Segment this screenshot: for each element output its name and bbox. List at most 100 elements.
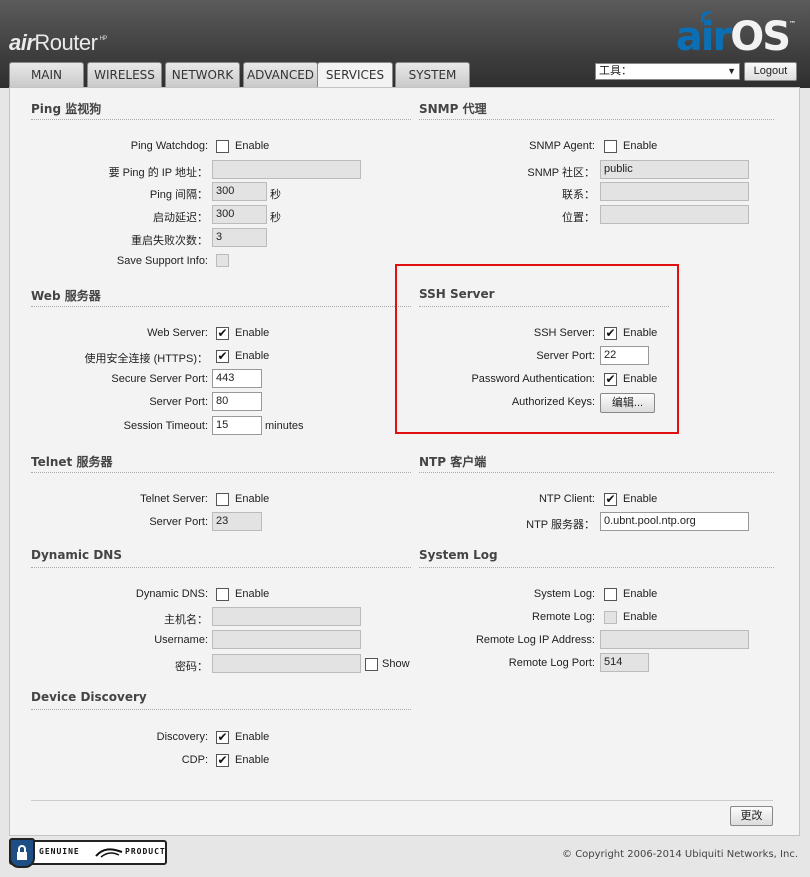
badge-genuine-text: GENUINE bbox=[39, 847, 80, 856]
ntp-server-input[interactable]: 0.ubnt.pool.ntp.org bbox=[600, 512, 749, 531]
discovery-enable-label: Enable bbox=[235, 731, 270, 743]
snmp-location-input[interactable] bbox=[600, 205, 749, 224]
telnet-server-checkbox[interactable] bbox=[216, 493, 229, 506]
session-timeout-label: Session Timeout: bbox=[123, 420, 208, 432]
session-timeout-unit: minutes bbox=[265, 420, 304, 432]
session-timeout-input[interactable]: 15 bbox=[212, 416, 262, 435]
ntp-client-checkbox[interactable]: ✔ bbox=[604, 493, 617, 506]
logo-router-text: Router bbox=[34, 30, 98, 55]
ssh-highlight-box bbox=[395, 264, 679, 434]
web-port-label: Server Port: bbox=[149, 396, 208, 408]
web-server-label: Web Server: bbox=[147, 327, 208, 339]
tab-wireless[interactable]: WIRELESS bbox=[87, 62, 162, 87]
ddns-username-input[interactable] bbox=[212, 630, 361, 649]
remote-log-label: Remote Log: bbox=[532, 611, 595, 623]
snmp-agent-checkbox[interactable] bbox=[604, 140, 617, 153]
reboot-failures-input[interactable]: 3 bbox=[212, 228, 267, 247]
lock-icon bbox=[9, 838, 35, 868]
system-log-enable-label: Enable bbox=[623, 588, 658, 600]
snmp-location-label: 位置： bbox=[562, 212, 595, 224]
telnet-server-label: Telnet Server: bbox=[140, 493, 208, 505]
remote-log-port-input[interactable]: 514 bbox=[600, 653, 649, 672]
ping-interval-unit: 秒 bbox=[270, 189, 281, 201]
remote-log-ip-input[interactable] bbox=[600, 630, 749, 649]
ping-interval-input[interactable]: 300 bbox=[212, 182, 267, 201]
section-title-ddns: Dynamic DNS bbox=[31, 548, 411, 568]
cdp-checkbox[interactable]: ✔ bbox=[216, 754, 229, 767]
tab-advanced[interactable]: ADVANCED bbox=[243, 62, 318, 87]
ddns-checkbox[interactable] bbox=[216, 588, 229, 601]
remote-log-ip-label: Remote Log IP Address: bbox=[475, 634, 595, 646]
airos-logo: airOS™ bbox=[676, 11, 796, 60]
ddns-label: Dynamic DNS: bbox=[135, 588, 208, 600]
header-bar: airRouter HP airOS™ MAIN WIRELESS NETWORK… bbox=[0, 0, 810, 88]
show-password-checkbox[interactable] bbox=[365, 658, 378, 671]
ping-watchdog-enable-label: Enable bbox=[235, 140, 270, 152]
web-port-input[interactable]: 80 bbox=[212, 392, 262, 411]
snmp-agent-enable-label: Enable bbox=[623, 140, 658, 152]
wireless-wave-icon bbox=[700, 11, 712, 23]
discovery-checkbox[interactable]: ✔ bbox=[216, 731, 229, 744]
ddns-username-label: Username: bbox=[154, 634, 208, 646]
logo-air-text: air bbox=[9, 30, 35, 55]
secure-port-input[interactable]: 443 bbox=[212, 369, 262, 388]
https-enable-label: Enable bbox=[235, 350, 270, 362]
ping-watchdog-checkbox[interactable] bbox=[216, 140, 229, 153]
change-button[interactable]: 更改 bbox=[730, 806, 773, 826]
snmp-community-input[interactable]: public bbox=[600, 160, 749, 179]
save-support-info-label: Save Support Info: bbox=[116, 255, 208, 267]
genuine-product-badge: GENUINE PRODUCT bbox=[9, 838, 167, 868]
web-server-enable-label: Enable bbox=[235, 327, 270, 339]
snmp-contact-label: 联系： bbox=[562, 189, 595, 201]
secure-port-label: Secure Server Port: bbox=[111, 373, 208, 385]
footer: GENUINE PRODUCT © Copyright 2006-2014 Ub… bbox=[0, 836, 810, 877]
ddns-password-input[interactable] bbox=[212, 654, 361, 673]
snmp-agent-label: SNMP Agent: bbox=[529, 140, 595, 152]
system-log-checkbox[interactable] bbox=[604, 588, 617, 601]
remote-log-port-label: Remote Log Port: bbox=[508, 657, 595, 669]
section-title-snmp: SNMP 代理 bbox=[419, 100, 774, 120]
actions-divider bbox=[31, 800, 773, 801]
section-title-ntp: NTP 客户端 bbox=[419, 453, 774, 473]
ddns-password-label: 密码： bbox=[175, 661, 208, 673]
system-log-label: System Log: bbox=[533, 588, 595, 600]
tools-select-value: 工具： bbox=[599, 65, 632, 77]
remote-log-enable-label: Enable bbox=[623, 611, 658, 623]
badge-product-text: PRODUCT bbox=[125, 847, 166, 856]
logo-airos-os: OS bbox=[730, 14, 791, 60]
ntp-client-label: NTP Client: bbox=[538, 493, 595, 505]
cdp-enable-label: Enable bbox=[235, 754, 270, 766]
show-password-label: Show bbox=[382, 658, 410, 670]
ping-watchdog-label: Ping Watchdog: bbox=[130, 140, 208, 152]
remote-log-checkbox[interactable] bbox=[604, 611, 617, 624]
tab-system[interactable]: SYSTEM bbox=[395, 62, 470, 87]
ddns-hostname-label: 主机名： bbox=[164, 614, 208, 626]
https-label: 使用安全连接 (HTTPS)： bbox=[84, 353, 208, 365]
logout-button[interactable]: Logout bbox=[744, 62, 797, 81]
telnet-port-input[interactable]: 23 bbox=[212, 512, 262, 531]
snmp-contact-input[interactable] bbox=[600, 182, 749, 201]
tab-services[interactable]: SERVICES bbox=[317, 62, 393, 88]
startup-delay-input[interactable]: 300 bbox=[212, 205, 267, 224]
https-checkbox[interactable]: ✔ bbox=[216, 350, 229, 363]
tools-select[interactable]: 工具： ▼ bbox=[595, 63, 740, 80]
save-support-info-checkbox[interactable] bbox=[216, 254, 229, 267]
section-title-web: Web 服务器 bbox=[31, 287, 411, 307]
startup-delay-label: 启动延迟： bbox=[153, 212, 208, 224]
chevron-down-icon: ▼ bbox=[727, 66, 736, 76]
cdp-label: CDP: bbox=[181, 754, 208, 766]
telnet-port-label: Server Port: bbox=[149, 516, 208, 528]
section-title-telnet: Telnet 服务器 bbox=[31, 453, 411, 473]
ping-ip-label: 要 Ping 的 IP 地址： bbox=[108, 167, 208, 179]
ntp-server-label: NTP 服务器： bbox=[526, 519, 595, 531]
copyright-text: © Copyright 2006-2014 Ubiquiti Networks,… bbox=[562, 849, 798, 860]
logo-tm: ™ bbox=[789, 20, 796, 28]
ddns-enable-label: Enable bbox=[235, 588, 270, 600]
tab-network[interactable]: NETWORK bbox=[165, 62, 240, 87]
ping-ip-input[interactable] bbox=[212, 160, 361, 179]
ddns-hostname-input[interactable] bbox=[212, 607, 361, 626]
web-server-checkbox[interactable]: ✔ bbox=[216, 327, 229, 340]
section-title-ping: Ping 监视狗 bbox=[31, 100, 411, 120]
discovery-label: Discovery: bbox=[156, 731, 208, 743]
tab-main[interactable]: MAIN bbox=[9, 62, 84, 87]
